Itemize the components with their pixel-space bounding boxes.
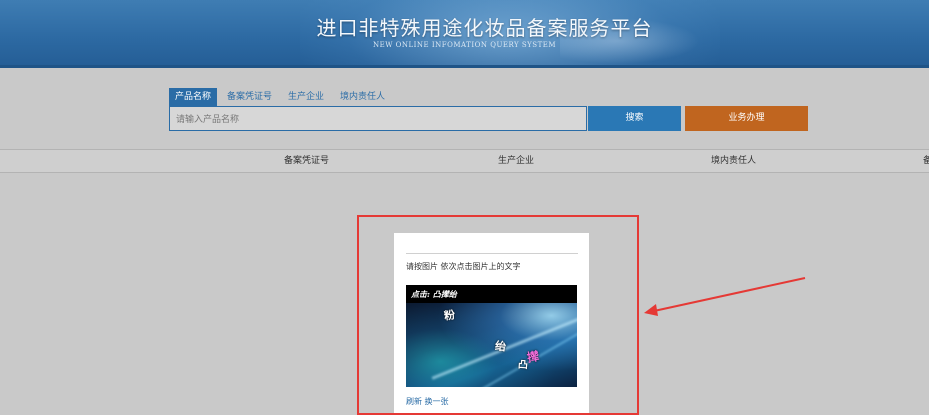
column-header-domestic-responsible: 境内责任人: [711, 156, 757, 166]
captcha-image[interactable]: 点击: 凸撵绐 粉 绐 撵 凸: [406, 285, 577, 387]
column-header-truncated: 备: [923, 156, 929, 166]
results-table-header: 备案凭证号 生产企业 境内责任人 备: [0, 149, 929, 173]
tab-record-number[interactable]: 备案凭证号: [221, 88, 278, 106]
captcha-char[interactable]: 粉: [443, 306, 456, 323]
search-button[interactable]: 搜索: [588, 106, 681, 131]
captcha-refresh-link[interactable]: 刷新 换一张: [406, 396, 449, 407]
captcha-instruction: 请按图片 依次点击图片上的文字: [406, 262, 521, 271]
column-header-record-number: 备案凭证号: [284, 156, 330, 166]
captcha-char[interactable]: 绐: [494, 337, 507, 354]
header-banner: 进口非特殊用途化妆品备案服务平台 NEW ONLINE INFOMATION Q…: [0, 0, 929, 68]
captcha-dialog: 请按图片 依次点击图片上的文字 点击: 凸撵绐 粉 绐 撵 凸 刷新 换一张: [394, 233, 589, 413]
dialog-divider: [406, 253, 578, 254]
tab-product-name[interactable]: 产品名称: [169, 88, 218, 106]
captcha-char[interactable]: 凸: [517, 356, 528, 372]
annotation-arrow: [644, 277, 806, 316]
search-box: [169, 106, 587, 132]
search-input[interactable]: [170, 108, 582, 132]
column-header-manufacturer: 生产企业: [498, 156, 535, 166]
tab-domestic-responsible[interactable]: 境内责任人: [334, 88, 391, 106]
captcha-prompt: 点击: 凸撵绐: [411, 289, 457, 299]
tab-manufacturer[interactable]: 生产企业: [282, 88, 330, 106]
search-tabs: 产品名称 备案凭证号 生产企业 境内责任人: [169, 88, 395, 106]
site-title: 进口非特殊用途化妆品备案服务平台: [316, 16, 653, 40]
business-button[interactable]: 业务办理: [685, 106, 808, 131]
banner-bottom-border: [0, 65, 929, 68]
site-subtitle: NEW ONLINE INFOMATION QUERY SYSTEM: [372, 41, 557, 49]
